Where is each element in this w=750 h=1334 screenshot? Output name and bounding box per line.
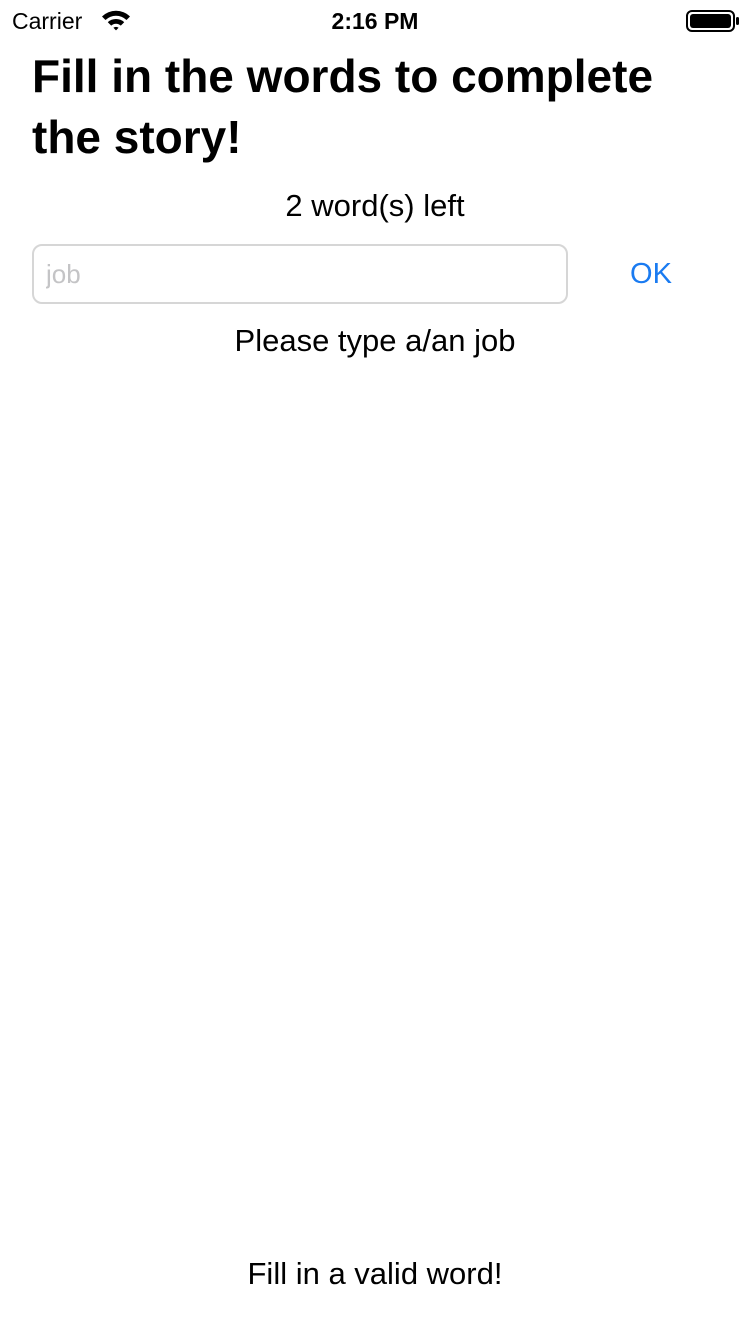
status-bar: Carrier 2:16 PM: [0, 0, 750, 40]
word-prompt: Please type a/an job: [234, 323, 516, 358]
validation-message: Fill in a valid word!: [247, 1256, 503, 1291]
word-input[interactable]: [32, 244, 568, 304]
battery-icon: [686, 10, 739, 32]
words-left-counter: 2 word(s) left: [285, 188, 465, 223]
page-title: Fill in the words to complete the story!: [32, 50, 654, 163]
ok-button[interactable]: OK: [610, 252, 692, 296]
status-time: 2:16 PM: [331, 8, 419, 34]
